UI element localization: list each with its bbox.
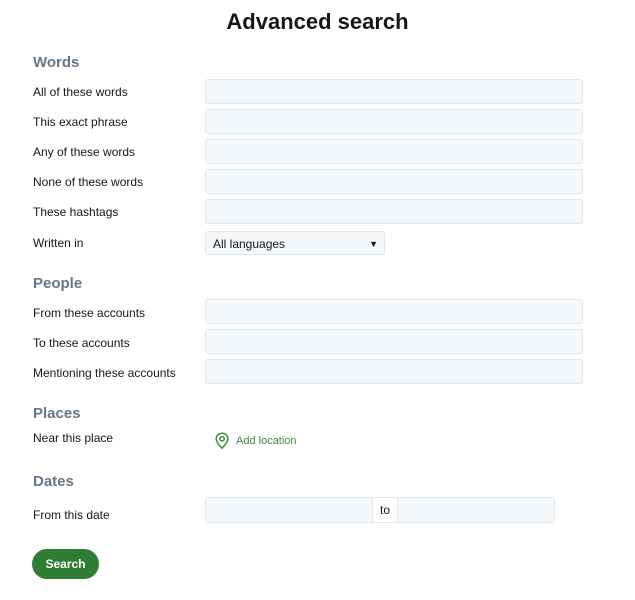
any-words-label: Any of these words xyxy=(33,145,136,159)
from-accounts-label: From these accounts xyxy=(33,306,146,320)
caret-down-icon: ▼ xyxy=(369,239,378,249)
language-selected-value: All languages xyxy=(213,237,286,251)
section-title-dates: Dates xyxy=(33,473,74,490)
none-words-label: None of these words xyxy=(33,175,144,189)
mentioning-accounts-input[interactable] xyxy=(205,359,583,384)
from-date-input[interactable] xyxy=(206,498,372,522)
to-date-input[interactable] xyxy=(398,498,554,522)
section-title-people: People xyxy=(33,275,83,292)
hashtags-label: These hashtags xyxy=(33,205,119,219)
near-place-label: Near this place xyxy=(33,431,114,445)
language-select[interactable]: All languages ▼ xyxy=(205,231,385,255)
add-location-link[interactable]: Add location xyxy=(214,431,297,451)
date-separator: to xyxy=(372,498,398,522)
from-date-label: From this date xyxy=(33,508,110,522)
any-words-input[interactable] xyxy=(205,139,583,164)
add-location-label: Add location xyxy=(236,435,297,447)
mentioning-accounts-label: Mentioning these accounts xyxy=(33,366,176,380)
page-title: Advanced search xyxy=(226,9,409,34)
language-label: Written in xyxy=(33,236,84,250)
location-pin-icon xyxy=(214,432,230,450)
from-accounts-input[interactable] xyxy=(205,299,583,324)
exact-phrase-label: This exact phrase xyxy=(33,115,128,129)
all-words-label: All of these words xyxy=(33,85,128,99)
hashtags-input[interactable] xyxy=(205,199,583,224)
all-words-input[interactable] xyxy=(205,79,583,104)
search-button[interactable]: Search xyxy=(32,549,99,579)
date-range: to xyxy=(205,497,555,523)
none-words-input[interactable] xyxy=(205,169,583,194)
exact-phrase-input[interactable] xyxy=(205,109,583,134)
section-title-places: Places xyxy=(33,405,81,422)
to-accounts-input[interactable] xyxy=(205,329,583,354)
to-accounts-label: To these accounts xyxy=(33,336,130,350)
section-title-words: Words xyxy=(33,54,80,71)
